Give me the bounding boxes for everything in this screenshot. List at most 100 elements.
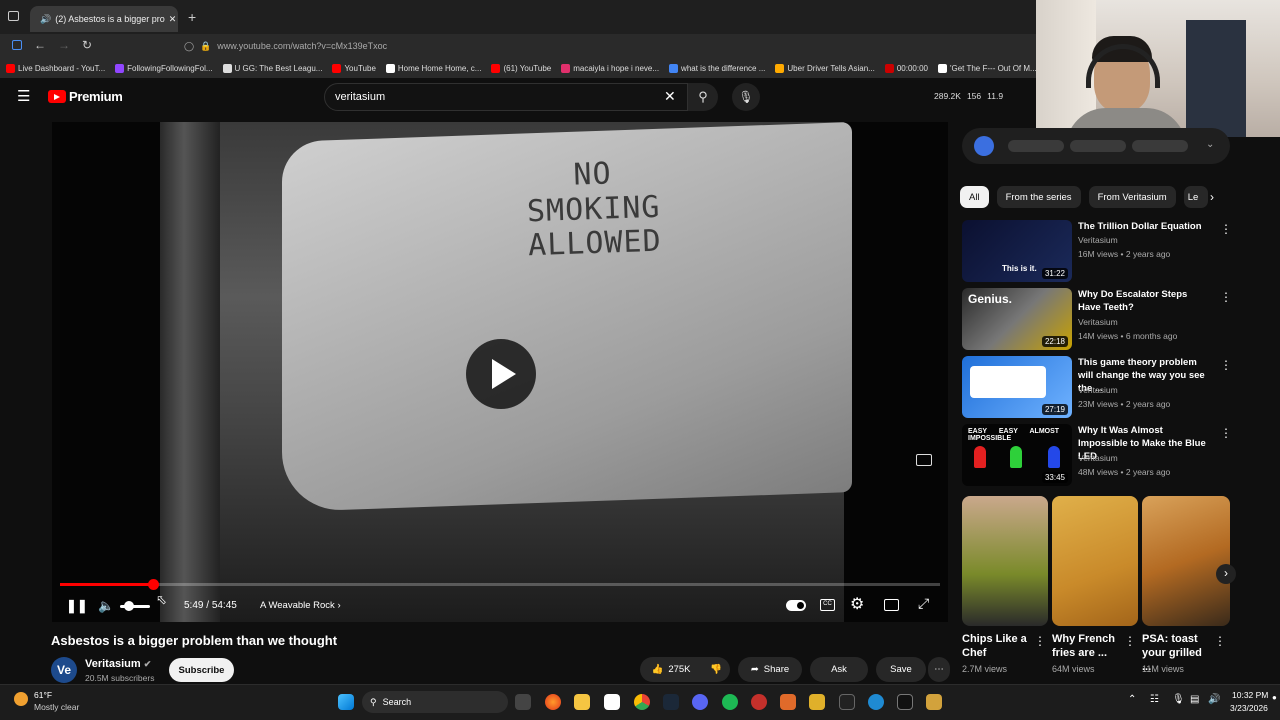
bookmark-item[interactable]: Live Dashboard - YouT...: [6, 63, 105, 73]
browser-tab[interactable]: 🔊 (2) Asbestos is a bigger pro ✕: [30, 6, 178, 32]
bookmark-item[interactable]: U GG: The Best Leagu...: [222, 63, 322, 73]
like-button[interactable]: 👍 275K: [640, 657, 702, 682]
shorts-next-icon[interactable]: ›: [1216, 564, 1236, 584]
share-button[interactable]: ➦ Share: [738, 657, 802, 682]
network-icon[interactable]: ▤: [1190, 694, 1199, 705]
chrome-icon[interactable]: [634, 694, 650, 710]
forward-icon[interactable]: →: [58, 38, 70, 52]
chips-next-icon[interactable]: ›: [1210, 190, 1214, 204]
chip-all[interactable]: All: [960, 186, 989, 208]
search-button[interactable]: ⚲: [688, 83, 718, 111]
recorder-icon[interactable]: [751, 694, 767, 710]
discord-icon[interactable]: [692, 694, 708, 710]
more-vert-icon[interactable]: ⋮: [1220, 290, 1232, 304]
subscribe-button[interactable]: Subscribe: [169, 658, 234, 682]
short-thumbnail[interactable]: [1052, 496, 1138, 626]
short-thumbnail[interactable]: [1142, 496, 1230, 626]
save-button[interactable]: Save: [876, 657, 926, 682]
theater-mode-icon[interactable]: [884, 599, 899, 611]
more-vert-icon[interactable]: ⋮: [1214, 634, 1226, 648]
ask-button[interactable]: Ask: [810, 657, 868, 682]
duration-badge: 27:19: [1041, 404, 1068, 415]
autoplay-toggle[interactable]: [786, 600, 806, 611]
channel-name[interactable]: Veritasium ✔: [85, 658, 151, 670]
chevron-down-icon[interactable]: ⌄: [1206, 139, 1214, 150]
progress-bar[interactable]: [60, 579, 940, 590]
channel-name: Veritasium: [1078, 385, 1118, 395]
app-icon[interactable]: [926, 694, 942, 710]
more-vert-icon[interactable]: ⋮: [1124, 634, 1136, 648]
pause-button[interactable]: ❚❚: [66, 598, 88, 614]
list-item[interactable]: Genius. 22:18 Why Do Escalator Steps Hav…: [960, 288, 1232, 352]
task-view-icon[interactable]: [515, 694, 531, 710]
chip-from-veritasium[interactable]: From Veritasium: [1088, 186, 1176, 208]
more-vert-icon[interactable]: ⋮: [1220, 358, 1232, 372]
more-vert-icon[interactable]: ⋮: [1034, 634, 1046, 648]
windows-start-icon[interactable]: [338, 694, 354, 710]
chip-from-series[interactable]: From the series: [996, 186, 1081, 208]
reload-icon[interactable]: ↻: [82, 38, 92, 52]
wifi-icon[interactable]: ☷: [1150, 694, 1159, 705]
bookmark-item[interactable]: 00:00:00: [884, 63, 928, 73]
captions-icon[interactable]: CC: [820, 599, 835, 611]
volume-tray-icon[interactable]: 🔊: [1208, 694, 1220, 705]
fullscreen-icon[interactable]: ⤢: [918, 595, 929, 612]
app-icon[interactable]: [809, 694, 825, 710]
close-tab-icon[interactable]: ✕: [169, 14, 177, 25]
weather-icon[interactable]: [14, 692, 28, 706]
bookmark-item[interactable]: 'Get The F--- Out Of M...: [937, 63, 1037, 73]
list-item[interactable]: This is it. 31:22 The Trillion Dollar Eq…: [960, 220, 1232, 284]
voice-search-button[interactable]: 🎙: [732, 83, 760, 111]
settings-gear-icon[interactable]: ⚙: [850, 594, 864, 614]
short-title[interactable]: Chips Like a Chef: [962, 632, 1032, 660]
bookmark-item[interactable]: Home Home Home, c...: [385, 63, 481, 73]
spotify-icon[interactable]: [722, 694, 738, 710]
capcut-icon[interactable]: [604, 694, 620, 710]
miniplayer-icon[interactable]: [916, 454, 932, 466]
bookmark-item[interactable]: Uber Driver Tells Asian...: [775, 63, 875, 73]
video-player[interactable]: NO SMOKING ALLOWED ❚❚ 🔈 ⬁ 5:49 / 54:45 A…: [52, 122, 948, 622]
list-item[interactable]: EASY EASY ALMOST IMPOSSIBLE 33:45 Why It…: [960, 424, 1232, 488]
youtube-logo[interactable]: Premium: [48, 89, 123, 104]
more-actions-button[interactable]: ⋯: [928, 657, 950, 682]
file-explorer-icon[interactable]: [574, 694, 590, 710]
tray-chevron-icon[interactable]: ⌃: [1128, 694, 1136, 705]
bookmark-item[interactable]: FollowingFollowingFol...: [115, 63, 213, 73]
mic-tray-icon[interactable]: 🎙: [1172, 694, 1185, 705]
bookmark-item[interactable]: what is the difference ...: [669, 63, 765, 73]
dislike-button[interactable]: 👎: [702, 657, 730, 682]
list-item[interactable]: 27:19 This game theory problem will chan…: [960, 356, 1232, 420]
firefox-icon[interactable]: [545, 694, 561, 710]
capcut-icon[interactable]: [897, 694, 913, 710]
taskbar-search[interactable]: ⚲ Search: [362, 691, 508, 713]
search-input[interactable]: veritasium: [324, 83, 688, 111]
short-title[interactable]: Why French fries are ...: [1052, 632, 1122, 660]
bookmark-item[interactable]: macaiyla i hope i neve...: [561, 63, 659, 73]
app-icon[interactable]: [780, 694, 796, 710]
bookmark-item[interactable]: (61) YouTube: [491, 63, 551, 73]
chapter-button[interactable]: A Weavable Rock ›: [260, 600, 341, 611]
back-icon[interactable]: ←: [34, 38, 46, 52]
new-tab-icon[interactable]: +: [188, 9, 196, 25]
steam-icon[interactable]: [663, 694, 679, 710]
clear-search-icon[interactable]: ✕: [664, 88, 676, 105]
menu-icon[interactable]: ☰: [17, 89, 30, 104]
volume-knob[interactable]: [124, 601, 134, 611]
channel-avatar[interactable]: Ve: [51, 657, 77, 683]
progress-knob[interactable]: [148, 579, 160, 590]
clock-date[interactable]: 3/23/2026: [1230, 703, 1268, 713]
big-play-button[interactable]: [466, 339, 536, 409]
bookmark-item[interactable]: YouTube: [332, 63, 376, 73]
more-vert-icon[interactable]: ⋮: [1220, 426, 1232, 440]
sidebar-icon[interactable]: [12, 40, 22, 50]
chip-truncated[interactable]: Le: [1183, 186, 1208, 208]
tab-list-icon[interactable]: [8, 11, 19, 21]
address-bar[interactable]: ◯ 🔒 www.youtube.com/watch?v=cMx139eTxoc: [180, 37, 1030, 55]
edge-icon[interactable]: [868, 694, 884, 710]
notification-icon[interactable]: ●: [1272, 693, 1277, 702]
more-vert-icon[interactable]: ⋮: [1220, 222, 1232, 236]
terminal-icon[interactable]: [839, 694, 855, 710]
clock-time[interactable]: 10:32 PM: [1232, 690, 1268, 700]
volume-icon[interactable]: 🔈: [98, 598, 114, 614]
short-thumbnail[interactable]: [962, 496, 1048, 626]
